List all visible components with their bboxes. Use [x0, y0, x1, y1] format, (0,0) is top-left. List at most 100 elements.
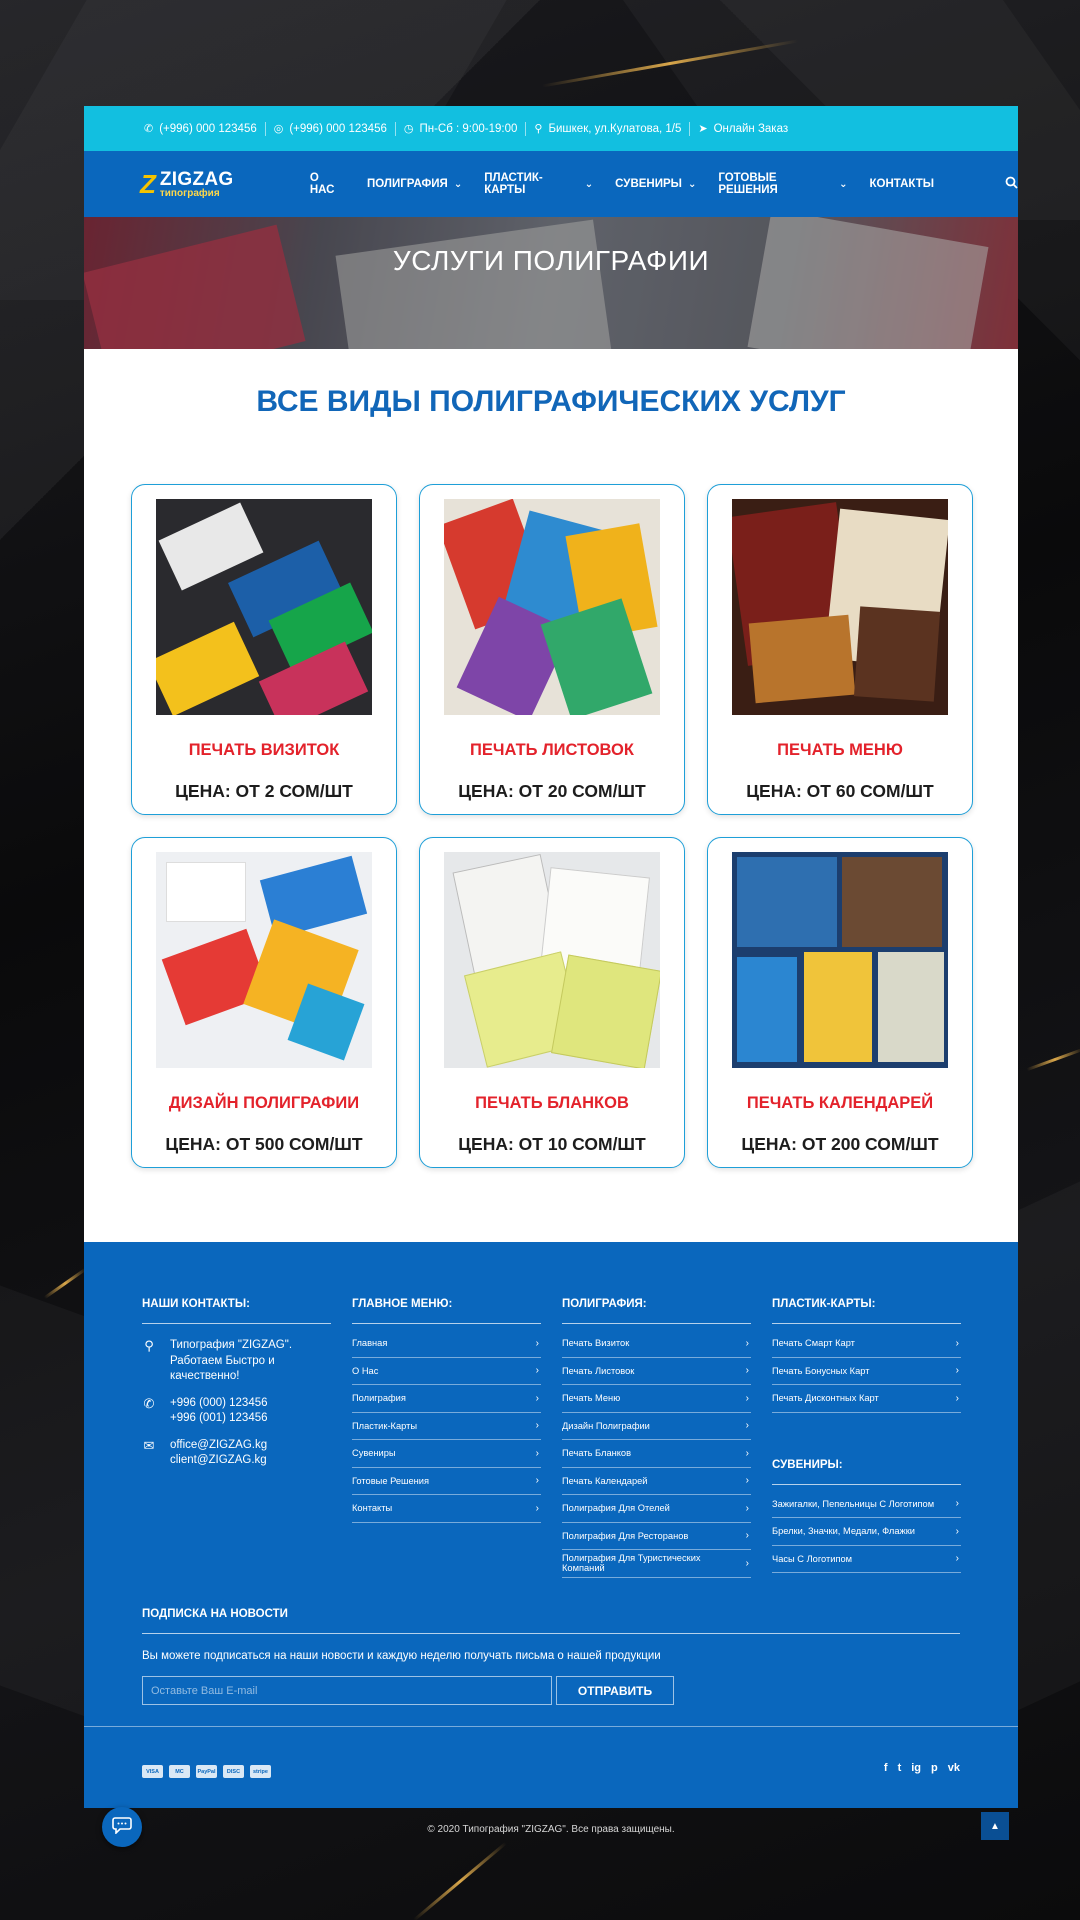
- chevron-right-icon: ›: [535, 1502, 539, 1514]
- section-title: ВСЕ ВИДЫ ПОЛИГРАФИЧЕСКИХ УСЛУГ: [256, 385, 846, 418]
- business-cards-image: [156, 499, 372, 715]
- footer-link[interactable]: Печать Дисконтных Карт ›: [772, 1385, 961, 1413]
- card-title: ДИЗАЙН ПОЛИГРАФИИ: [168, 1094, 360, 1112]
- service-card-calendars[interactable]: ПЕЧАТЬ КАЛЕНДАРЕЙ ЦЕНА: ОТ 200 СОМ/ШТ: [707, 837, 973, 1168]
- topbar-address: ⚲ Бишкек, ул.Кулатова, 1/5: [526, 121, 691, 136]
- subscribe-button[interactable]: ОТПРАВИТЬ: [556, 1676, 674, 1705]
- footer-link[interactable]: Готовые Решения ›: [352, 1468, 541, 1495]
- service-card-menus[interactable]: ПЕЧАТЬ МЕНЮ ЦЕНА: ОТ 60 СОМ/ШТ: [707, 484, 973, 815]
- chevron-down-icon: ⌄: [453, 178, 463, 190]
- chevron-right-icon: ›: [745, 1475, 749, 1487]
- phone-icon: ✆: [143, 1395, 155, 1411]
- chevron-right-icon: ›: [955, 1392, 959, 1404]
- email-input[interactable]: Оставьте Ваш E-mail: [142, 1676, 552, 1705]
- card-price: ЦЕНА: ОТ 200 СОМ/ШТ: [741, 1134, 939, 1154]
- footer-email[interactable]: client@ZIGZAG.kg: [170, 1453, 267, 1469]
- footer-link[interactable]: Дизайн Полиграфии ›: [562, 1413, 751, 1440]
- chevron-down-icon: ⌄: [839, 178, 848, 190]
- chevron-right-icon: ›: [535, 1447, 539, 1459]
- chevron-right-icon: ›: [955, 1365, 959, 1377]
- service-card-flyers[interactable]: ПЕЧАТЬ ЛИСТОВОК ЦЕНА: ОТ 20 СОМ/ШТ: [419, 484, 685, 815]
- footer-link[interactable]: Печать Визиток ›: [562, 1330, 751, 1358]
- card-title: ПЕЧАТЬ БЛАНКОВ: [475, 1094, 629, 1112]
- pinterest-icon[interactable]: p: [931, 1762, 938, 1774]
- nav-item-solutions[interactable]: ГОТОВЫЕ РЕШЕНИЯ ⌄: [707, 172, 858, 196]
- chevron-right-icon: ›: [535, 1475, 539, 1487]
- footer-link[interactable]: Полиграфия Для Ресторанов ›: [562, 1523, 751, 1550]
- social-links: f t ig p vk: [884, 1762, 960, 1774]
- hero-banner: УСЛУГИ ПОЛИГРАФИИ: [84, 217, 1018, 349]
- service-card-business-cards[interactable]: ПЕЧАТЬ ВИЗИТОК ЦЕНА: ОТ 2 СОМ/ШТ: [131, 484, 397, 815]
- footer-link[interactable]: Печать Бланков ›: [562, 1440, 751, 1468]
- twitter-icon[interactable]: t: [898, 1762, 902, 1774]
- chevron-right-icon: ›: [745, 1447, 749, 1459]
- footer-heading: ПЛАСТИК-КАРТЫ:: [772, 1298, 961, 1324]
- card-title: ПЕЧАТЬ КАЛЕНДАРЕЙ: [746, 1094, 934, 1112]
- footer: НАШИ КОНТАКТЫ: ⚲ Типография "ZIGZAG". Ра…: [84, 1242, 1018, 1808]
- footer-heading: СУВЕНИРЫ:: [772, 1459, 961, 1485]
- topbar-phone1[interactable]: ✆ (+996) 000 123456: [136, 121, 266, 136]
- services-grid: ПЕЧАТЬ ВИЗИТОК ЦЕНА: ОТ 2 СОМ/ШТ ПЕЧАТЬ …: [131, 484, 973, 1168]
- chevron-right-icon: ›: [745, 1337, 749, 1349]
- footer-link[interactable]: Контакты ›: [352, 1495, 541, 1523]
- logo-mark: Z: [140, 169, 156, 199]
- topbar-phone2[interactable]: ◎ (+996) 000 123456: [266, 121, 396, 136]
- mastercard-icon: MC: [169, 1765, 190, 1778]
- footer-link[interactable]: Печать Бонусных Карт ›: [772, 1358, 961, 1385]
- search-icon[interactable]: [1005, 176, 1018, 192]
- footer-link[interactable]: О Нас ›: [352, 1358, 541, 1385]
- logo[interactable]: Z ZIGZAG типография: [140, 170, 299, 199]
- topbar-online-order[interactable]: ➤ Онлайн Заказ: [690, 122, 796, 136]
- footer-link[interactable]: Печать Листовок ›: [562, 1358, 751, 1385]
- whatsapp-icon: ◎: [273, 122, 284, 135]
- footer-link[interactable]: Брелки, Значки, Медали, Флажки ›: [772, 1518, 961, 1546]
- paypal-icon: PayPal: [196, 1765, 217, 1778]
- chat-bubble-icon: [112, 1816, 132, 1839]
- calendars-image: [732, 852, 948, 1068]
- payment-methods: VISA MC PayPal DISC stripe: [142, 1765, 271, 1778]
- card-price: ЦЕНА: ОТ 2 СОМ/ШТ: [175, 781, 353, 801]
- footer-link[interactable]: Часы С Логотипом ›: [772, 1546, 961, 1573]
- footer-link[interactable]: Полиграфия Для Туристических Компаний ›: [562, 1550, 751, 1578]
- footer-email[interactable]: office@ZIGZAG.kg: [170, 1438, 267, 1454]
- footer-phone[interactable]: +996 (000) 123456: [170, 1396, 268, 1412]
- footer-main-menu: ГЛАВНОЕ МЕНЮ: Главная › О Нас › Полиграфия…: [352, 1298, 541, 1578]
- map-pin-icon: ⚲: [144, 1338, 154, 1353]
- envelope-icon: ✉: [143, 1437, 155, 1453]
- footer-link[interactable]: Печать Смарт Карт ›: [772, 1330, 961, 1358]
- chevron-right-icon: ›: [745, 1365, 749, 1377]
- chevron-right-icon: ›: [535, 1365, 539, 1377]
- facebook-icon[interactable]: f: [884, 1762, 888, 1774]
- card-price: ЦЕНА: ОТ 20 СОМ/ШТ: [458, 781, 646, 801]
- vk-icon[interactable]: vk: [948, 1762, 960, 1774]
- nav-item-about[interactable]: О НАС: [299, 172, 356, 196]
- footer-link[interactable]: Главная ›: [352, 1330, 541, 1358]
- service-card-forms[interactable]: ПЕЧАТЬ БЛАНКОВ ЦЕНА: ОТ 10 СОМ/ШТ: [419, 837, 685, 1168]
- footer-link[interactable]: Сувениры ›: [352, 1440, 541, 1468]
- footer-link[interactable]: Полиграфия Для Отелей ›: [562, 1495, 751, 1523]
- footer-link[interactable]: Пластик-Карты ›: [352, 1413, 541, 1440]
- nav-item-printing[interactable]: ПОЛИГРАФИЯ ⌄: [356, 178, 473, 190]
- logo-sub: типография: [159, 187, 220, 199]
- stripe-icon: stripe: [250, 1765, 271, 1778]
- footer-link[interactable]: Полиграфия ›: [352, 1385, 541, 1413]
- nav-item-souvenirs[interactable]: СУВЕНИРЫ ⌄: [604, 178, 707, 190]
- nav-menu: О НАС ПОЛИГРАФИЯ ⌄ ПЛАСТИК-КАРТЫ ⌄ СУВЕНИР…: [299, 172, 945, 196]
- footer-printing: ПОЛИГРАФИЯ: Печать Визиток › Печать Листо…: [562, 1298, 751, 1578]
- footer-phone[interactable]: +996 (001) 123456: [170, 1411, 268, 1427]
- chevron-right-icon: ›: [955, 1498, 959, 1510]
- footer-heading: НАШИ КОНТАКТЫ:: [142, 1298, 331, 1324]
- clock-icon: ◷: [403, 122, 414, 135]
- nav-item-plastic-cards[interactable]: ПЛАСТИК-КАРТЫ ⌄: [473, 172, 604, 196]
- scroll-to-top-button[interactable]: ▲: [981, 1812, 1009, 1840]
- chevron-right-icon: ›: [955, 1525, 959, 1537]
- chevron-right-icon: ›: [535, 1392, 539, 1404]
- footer-link[interactable]: Зажигалки, Пепельницы С Логотипом ›: [772, 1491, 961, 1518]
- chat-widget-button[interactable]: [102, 1807, 142, 1847]
- service-card-design[interactable]: ДИЗАЙН ПОЛИГРАФИИ ЦЕНА: ОТ 500 СОМ/ШТ: [131, 837, 397, 1168]
- nav-item-contacts[interactable]: КОНТАКТЫ: [859, 178, 945, 190]
- footer-link[interactable]: Печать Календарей ›: [562, 1468, 751, 1495]
- instagram-icon[interactable]: ig: [911, 1762, 921, 1774]
- footer-link[interactable]: Печать Меню ›: [562, 1385, 751, 1413]
- design-image: [156, 852, 372, 1068]
